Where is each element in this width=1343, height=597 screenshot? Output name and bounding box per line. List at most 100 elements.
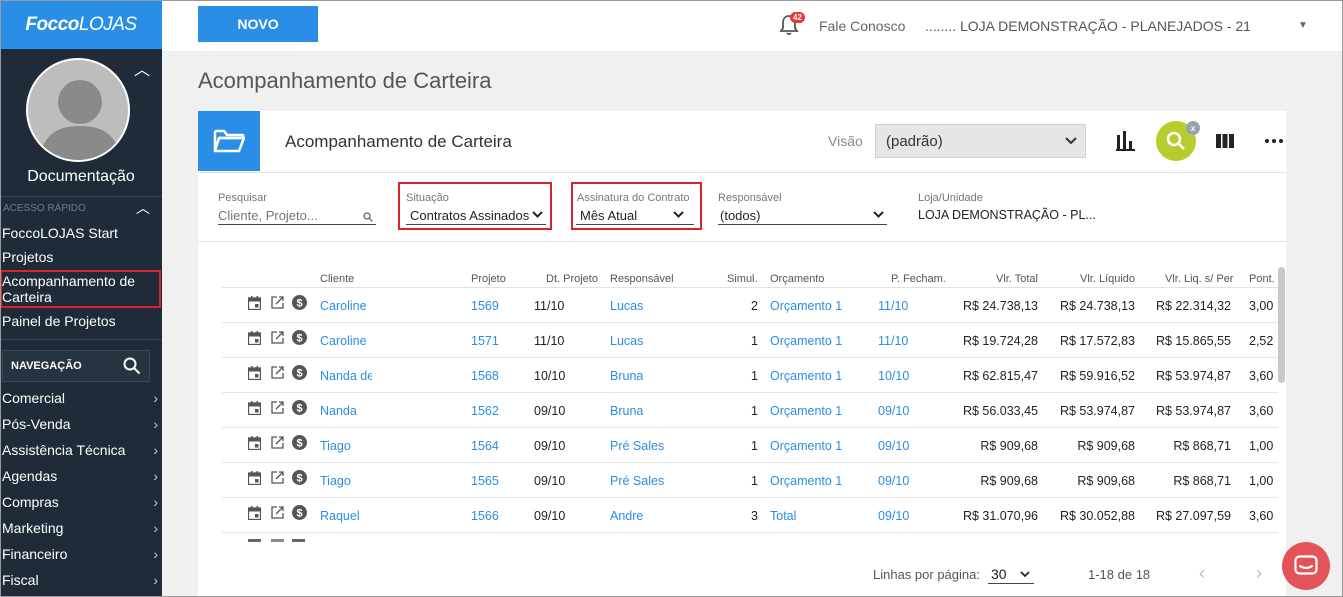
cell-responsavel[interactable]: Pré Sales	[610, 474, 664, 488]
calendar-icon[interactable]	[248, 436, 261, 450]
open-external-icon[interactable]	[271, 436, 284, 449]
cell-orcamento[interactable]: Orçamento 1	[770, 474, 842, 488]
cell-projeto[interactable]: 1564	[471, 439, 499, 453]
cell-orcamento[interactable]: Orçamento 1	[770, 299, 842, 313]
dollar-icon[interactable]: $	[292, 365, 307, 380]
new-button[interactable]: NOVO	[198, 6, 318, 42]
menu-marketing[interactable]: Marketing ›	[2, 520, 158, 536]
col-header-simul[interactable]: Simul.	[727, 273, 758, 285]
status-filter-value[interactable]: Contratos Assinados	[410, 208, 529, 223]
columns-icon[interactable]	[1216, 134, 1234, 148]
dollar-icon[interactable]: $	[292, 295, 307, 310]
cell-responsavel[interactable]: Pré Sales	[610, 439, 664, 453]
cell-cliente[interactable]: Nanda de	[320, 369, 372, 383]
open-external-icon[interactable]	[271, 506, 284, 519]
search-filter-input[interactable]	[218, 208, 358, 223]
col-header-vlr-liquido[interactable]: Vlr. Líquido	[1080, 273, 1135, 285]
responsible-filter-value[interactable]: (todos)	[720, 208, 760, 223]
calendar-icon[interactable]	[248, 506, 261, 520]
col-header-projeto[interactable]: Projeto	[471, 273, 506, 285]
menu-fiscal[interactable]: Fiscal ›	[2, 572, 158, 588]
clear-search-icon[interactable]: x	[1186, 121, 1200, 135]
cell-p-fecham[interactable]: 09/10	[878, 404, 909, 418]
cell-p-fecham[interactable]: 11/10	[878, 334, 908, 348]
caret-down-icon[interactable]: ▼	[1298, 20, 1308, 31]
prev-page-icon[interactable]: ‹	[1199, 563, 1205, 584]
cell-p-fecham[interactable]: 10/10	[878, 369, 909, 383]
col-header-p-fecham[interactable]: P. Fecham.	[891, 273, 946, 285]
view-select[interactable]: (padrão)	[875, 124, 1086, 158]
menu-pos-venda[interactable]: Pós-Venda ›	[2, 416, 158, 432]
cell-cliente[interactable]: Tiago	[320, 474, 372, 488]
search-icon[interactable]	[123, 357, 141, 375]
menu-financeiro[interactable]: Financeiro ›	[2, 546, 158, 562]
store-filter-value[interactable]: LOJA DEMONSTRAÇÃO - PL...	[918, 208, 1096, 222]
cell-orcamento[interactable]: Orçamento 1	[770, 369, 842, 383]
open-external-icon[interactable]	[271, 401, 284, 414]
cell-p-fecham[interactable]: 11/10	[878, 299, 908, 313]
col-header-vlr-total[interactable]: Vlr. Total	[996, 273, 1038, 285]
menu-compras[interactable]: Compras ›	[2, 494, 158, 510]
cell-orcamento[interactable]: Total	[770, 509, 796, 523]
quick-link-painel-projetos[interactable]: Painel de Projetos	[2, 313, 116, 329]
cell-cliente[interactable]: Caroline	[320, 334, 372, 348]
contact-link[interactable]: Fale Conosco	[819, 18, 905, 34]
menu-comercial[interactable]: Comercial ›	[2, 390, 158, 406]
cell-projeto[interactable]: 1568	[471, 369, 499, 383]
dollar-icon[interactable]: $	[292, 330, 307, 345]
cell-orcamento[interactable]: Orçamento 1	[770, 404, 842, 418]
dollar-icon[interactable]: $	[292, 400, 307, 415]
calendar-icon[interactable]	[248, 401, 261, 415]
open-external-icon[interactable]	[271, 471, 284, 484]
cell-p-fecham[interactable]: 09/10	[878, 439, 909, 453]
col-header-dt-projeto[interactable]: Dt. Projeto	[546, 273, 598, 285]
cell-p-fecham[interactable]: 09/10	[878, 509, 909, 523]
col-header-vlr-liq-per[interactable]: Vlr. Liq. s/ Per	[1165, 273, 1233, 285]
table-row[interactable]: $ Nanda de 1568 10/10 Bruna 1 Orçamento …	[222, 358, 1278, 393]
table-row[interactable]: $ Tiago 1565 09/10 Pré Sales 1 Orçamento…	[222, 463, 1278, 498]
chevron-down-icon[interactable]	[1020, 571, 1030, 577]
calendar-icon[interactable]	[248, 366, 261, 380]
calendar-icon[interactable]	[248, 296, 261, 310]
menu-assistencia-tecnica[interactable]: Assistência Técnica ›	[2, 442, 158, 458]
profile-collapse-icon[interactable]: ︿	[134, 56, 150, 80]
cell-responsavel[interactable]: Andre	[610, 509, 643, 523]
cell-responsavel[interactable]: Lucas	[610, 334, 643, 348]
open-external-icon[interactable]	[271, 331, 284, 344]
table-row[interactable]: $ Nanda 1562 09/10 Bruna 1 Orçamento 1 0…	[222, 393, 1278, 428]
quick-link-projetos[interactable]: Projetos	[2, 249, 53, 265]
open-external-icon[interactable]	[271, 366, 284, 379]
cell-responsavel[interactable]: Bruna	[610, 369, 643, 383]
dollar-icon[interactable]: $	[292, 505, 307, 520]
chevron-down-icon[interactable]	[673, 211, 684, 218]
cell-orcamento[interactable]: Orçamento 1	[770, 334, 842, 348]
menu-agendas[interactable]: Agendas ›	[2, 468, 158, 484]
dollar-icon[interactable]: $	[292, 470, 307, 485]
chat-button[interactable]	[1282, 542, 1330, 590]
calendar-icon[interactable]	[248, 331, 261, 345]
dollar-icon[interactable]: $	[292, 435, 307, 450]
signature-filter-value[interactable]: Mês Atual	[580, 208, 637, 223]
cell-cliente[interactable]: Nanda	[320, 404, 372, 418]
col-header-responsavel[interactable]: Responsável	[610, 273, 674, 285]
chevron-down-icon[interactable]	[532, 211, 543, 218]
cell-responsavel[interactable]: Bruna	[610, 404, 643, 418]
col-header-pont[interactable]: Pont.	[1249, 273, 1275, 285]
quick-link-acompanhamento[interactable]: Acompanhamento de Carteira	[2, 273, 152, 305]
cell-projeto[interactable]: 1562	[471, 404, 499, 418]
cell-projeto[interactable]: 1571	[471, 334, 499, 348]
table-row[interactable]: $ Caroline 1569 11/10 Lucas 2 Orçamento …	[222, 288, 1278, 323]
col-header-cliente[interactable]: Cliente	[320, 273, 354, 285]
open-external-icon[interactable]	[271, 296, 284, 309]
rows-per-page-select[interactable]: 30	[991, 566, 1007, 582]
cell-cliente[interactable]: Raquel	[320, 509, 372, 523]
table-row[interactable]: $ Tiago 1564 09/10 Pré Sales 1 Orçamento…	[222, 428, 1278, 463]
cell-projeto[interactable]: 1569	[471, 299, 499, 313]
cell-cliente[interactable]: Tiago	[320, 439, 372, 453]
cell-cliente[interactable]: Caroline	[320, 299, 372, 313]
cell-p-fecham[interactable]: 09/10	[878, 474, 909, 488]
quick-access-collapse-icon[interactable]: ︿	[136, 198, 150, 218]
calendar-icon[interactable]	[248, 471, 261, 485]
table-row[interactable]: $ Raquel 1566 09/10 Andre 3 Total 09/10 …	[222, 498, 1278, 533]
avatar[interactable]	[26, 58, 130, 162]
